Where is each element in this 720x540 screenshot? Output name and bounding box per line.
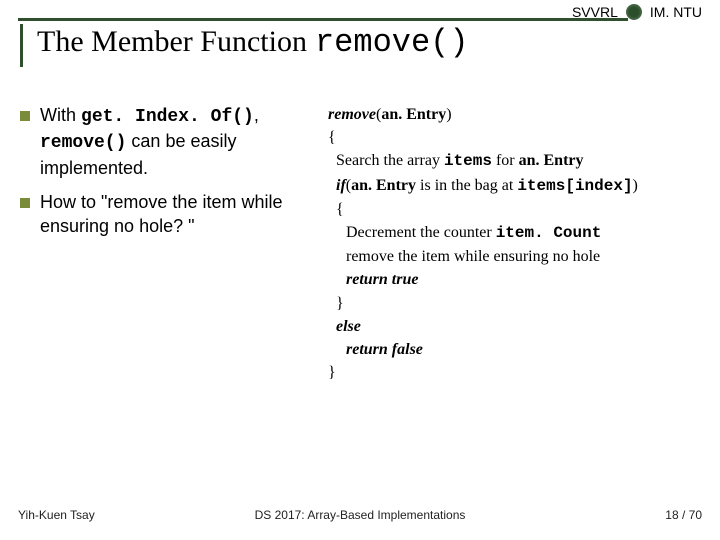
slide: SVVRL IM. NTU The Member Function remove… bbox=[0, 0, 720, 540]
pseudo-line: remove the item while ensuring no hole bbox=[328, 245, 702, 268]
pseudo-text: Search the array bbox=[336, 152, 444, 169]
footer-page: 18 / 70 bbox=[665, 508, 702, 522]
pseudo-arg: an. Entry bbox=[519, 152, 584, 169]
pseudo-code: items bbox=[444, 152, 492, 170]
footer-course: DS 2017: Array-Based Implementations bbox=[255, 508, 466, 522]
crest-icon bbox=[626, 4, 642, 20]
bullet-icon bbox=[20, 198, 30, 208]
bullet-span: With bbox=[40, 105, 81, 125]
slide-body: With get. Index. Of(), remove() can be e… bbox=[18, 103, 702, 384]
bullet-text: With get. Index. Of(), remove() can be e… bbox=[40, 103, 318, 180]
pseudocode-box: remove(an. Entry) { Search the array ite… bbox=[328, 103, 702, 384]
bullet-icon bbox=[20, 111, 30, 121]
pseudo-line: if(an. Entry is in the bag at items[inde… bbox=[328, 174, 702, 198]
title-prefix: The Member Function bbox=[37, 25, 307, 59]
header-right: SVVRL IM. NTU bbox=[572, 4, 702, 20]
pseudo-line: } bbox=[328, 292, 702, 315]
pseudo-text: Decrement the counter bbox=[346, 224, 496, 241]
pseudo-line: Search the array items for an. Entry bbox=[328, 149, 702, 173]
imntu-label: IM. NTU bbox=[650, 4, 702, 20]
pseudo-text: for bbox=[492, 152, 519, 169]
pseudo-text: ) bbox=[446, 106, 451, 123]
bullet-list: With get. Index. Of(), remove() can be e… bbox=[18, 103, 318, 384]
slide-title: The Member Function remove() bbox=[20, 24, 702, 67]
footer-author: Yih-Kuen Tsay bbox=[18, 508, 95, 522]
pseudo-arg: an. Entry bbox=[351, 177, 416, 194]
list-item: With get. Index. Of(), remove() can be e… bbox=[20, 103, 318, 180]
bullet-code: get. Index. Of() bbox=[81, 107, 254, 127]
svvrl-label: SVVRL bbox=[572, 4, 618, 20]
pseudo-line: else bbox=[328, 315, 702, 338]
pseudo-code: item. Count bbox=[496, 224, 602, 242]
pseudo-text: is in the bag at bbox=[416, 177, 517, 194]
pseudo-kw: remove bbox=[328, 106, 376, 123]
pseudo-line: { bbox=[328, 126, 702, 149]
pseudo-text: ) bbox=[633, 177, 638, 194]
pseudo-line: Decrement the counter item. Count bbox=[328, 221, 702, 245]
bullet-span: , bbox=[254, 105, 259, 125]
pseudo-line: remove(an. Entry) bbox=[328, 103, 702, 126]
list-item: How to "remove the item while ensuring n… bbox=[20, 190, 318, 239]
pseudo-arg: an. Entry bbox=[381, 106, 446, 123]
pseudo-line: { bbox=[328, 198, 702, 221]
pseudo-line: } bbox=[328, 361, 702, 384]
title-rule bbox=[18, 18, 628, 21]
bullet-code: remove() bbox=[40, 133, 126, 153]
pseudo-kw: if bbox=[336, 177, 346, 194]
bullet-text: How to "remove the item while ensuring n… bbox=[40, 190, 318, 239]
slide-footer: Yih-Kuen Tsay DS 2017: Array-Based Imple… bbox=[18, 508, 702, 522]
pseudo-line: return true bbox=[328, 268, 702, 291]
pseudo-code: items[index] bbox=[517, 177, 632, 195]
bullet-span: How to "remove the item while ensuring n… bbox=[40, 192, 282, 236]
pseudo-line: return false bbox=[328, 338, 702, 361]
title-code: remove() bbox=[315, 24, 469, 61]
